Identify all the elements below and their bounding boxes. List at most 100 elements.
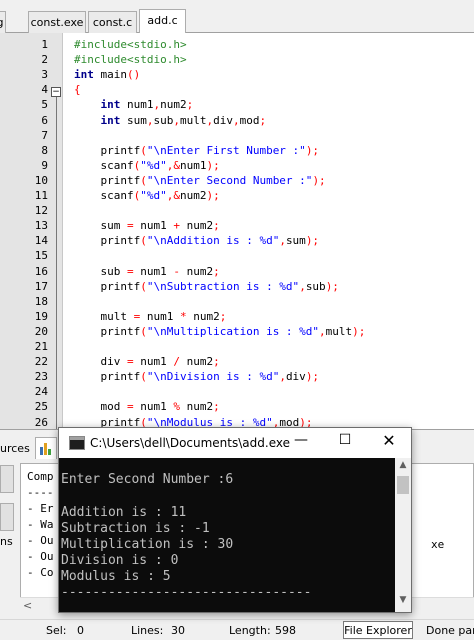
line-number: 22 (34, 355, 48, 368)
code-editor[interactable]: 1 2 3 4 5 6 7 8 9 10 11 12 13 14 15 16 17 18 19 20 21 22 23 24 2… (0, 33, 474, 429)
line-number: 17 (34, 280, 48, 293)
status-bar: Sel: 0 Lines: 30 Length: 598 File Explor… (0, 619, 474, 640)
console-line: Enter Second Number :6 (61, 472, 234, 487)
line-number: 21 (34, 340, 48, 353)
code-token: num1 (179, 159, 207, 172)
code-token: ; (213, 265, 220, 278)
compile-log-tab-icon[interactable] (35, 437, 57, 459)
scroll-up-arrow-icon[interactable]: ▲ (395, 460, 411, 474)
code-token: sub (153, 114, 174, 127)
code-token: ( (140, 370, 147, 383)
code-token: sub (305, 280, 326, 293)
tab-const-c[interactable]: const.c (88, 11, 137, 33)
tab-label: add.c (147, 14, 178, 27)
code-token: num1 (140, 310, 180, 323)
tab-const-exe[interactable]: const.exe (28, 11, 86, 33)
scroll-left-arrow-icon[interactable]: < (23, 599, 32, 612)
code-token: div (213, 114, 233, 127)
code-token: = (126, 355, 134, 368)
code-token: div (74, 355, 127, 368)
tab-add-c[interactable]: add.c (139, 9, 186, 34)
file-explorer-button[interactable]: File Explorer (343, 621, 413, 639)
scroll-down-arrow-icon[interactable]: ▼ (395, 595, 411, 609)
code-token: ( (140, 174, 147, 187)
tab-resources[interactable]: urces (0, 438, 30, 460)
code-token: { (74, 83, 81, 96)
line-number: 11 (34, 189, 48, 202)
code-token: ( (140, 144, 147, 157)
console-line: Modulus is : 5 (61, 569, 171, 584)
console-title-bar[interactable]: C:\Users\dell\Documents\add.exe — ☐ ✕ (59, 428, 411, 458)
line-number: 14 (34, 234, 48, 247)
code-token: printf (74, 234, 141, 247)
code-token: = (126, 219, 134, 232)
code-token: = (126, 265, 134, 278)
line-number: 23 (34, 370, 48, 383)
log-line-tail: xe (431, 538, 445, 551)
code-line: printf("\nMultiplication is : %d",mult); (74, 324, 365, 339)
code-token: ; (219, 310, 227, 323)
length-label: Length: (229, 624, 271, 637)
fold-guide-line (56, 97, 57, 429)
code-token: "\nEnter First Number :" (146, 144, 306, 157)
tab-partial[interactable]: g (0, 11, 6, 33)
code-token: ); (206, 159, 220, 172)
code-line: printf("\nSubtraction is : %d",sub); (74, 279, 339, 294)
panel-side-button[interactable] (0, 465, 14, 493)
panel-side-button[interactable] (0, 503, 14, 531)
code-line: sum = num1 + num2; (74, 218, 219, 233)
code-token: sum (285, 234, 306, 247)
code-token: main (93, 68, 127, 81)
code-token: sum (74, 219, 127, 232)
scroll-thumb[interactable] (397, 476, 409, 494)
code-token: "\nAddition is : %d" (146, 234, 280, 247)
log-line: - Er (27, 502, 54, 515)
console-vertical-scrollbar[interactable]: ▲ ▼ (395, 458, 411, 612)
code-token: ); (352, 325, 366, 338)
code-token: ( (140, 234, 147, 247)
line-number: 24 (34, 385, 48, 398)
code-token: , (232, 114, 240, 127)
code-token: num2 (179, 355, 214, 368)
code-token: "%d" (140, 159, 167, 172)
tab-label: const.exe (30, 16, 84, 29)
code-line: div = num1 / num2; (74, 354, 219, 369)
code-token: mult (179, 114, 207, 127)
code-token: ( (140, 280, 147, 293)
console-output[interactable]: Enter Second Number :6 Addition is : 11 … (59, 458, 411, 612)
code-token: - (173, 265, 180, 278)
maximize-button[interactable]: ☐ (331, 432, 359, 454)
code-token: num2 (160, 98, 187, 111)
code-token: num1 (120, 98, 154, 111)
code-token: % (173, 400, 180, 413)
console-line: Addition is : 11 (61, 505, 187, 520)
line-number: 25 (34, 400, 48, 413)
fold-collapse-icon[interactable]: − (51, 87, 61, 97)
line-number: 16 (34, 265, 48, 278)
code-line: printf("\nEnter Second Number :"); (74, 173, 325, 188)
console-window[interactable]: C:\Users\dell\Documents\add.exe — ☐ ✕ En… (58, 427, 412, 613)
code-token: ,& (166, 159, 180, 172)
code-token: scanf (74, 189, 134, 202)
line-number: 2 (41, 53, 48, 66)
code-token: num2 (179, 400, 214, 413)
line-number: 26 (34, 416, 48, 429)
code-token: ); (305, 144, 320, 157)
line-number: 18 (34, 295, 48, 308)
console-title: C:\Users\dell\Documents\add.exe (90, 436, 290, 450)
minimize-button[interactable]: — (287, 432, 315, 454)
line-number: 6 (41, 114, 48, 127)
code-token: div (285, 370, 306, 383)
close-button[interactable]: ✕ (375, 431, 403, 453)
code-line: sub = num1 - num2; (74, 264, 220, 279)
code-token: sum (120, 114, 147, 127)
line-number: 10 (34, 174, 48, 187)
code-token: () (127, 68, 141, 81)
code-token: printf (74, 370, 141, 383)
lines-label: Lines: (131, 624, 164, 637)
line-number: 3 (41, 68, 48, 81)
line-number: 1 (41, 38, 48, 51)
code-token: ); (325, 280, 339, 293)
code-token: + (173, 219, 180, 232)
code-line: int main() (74, 67, 140, 82)
